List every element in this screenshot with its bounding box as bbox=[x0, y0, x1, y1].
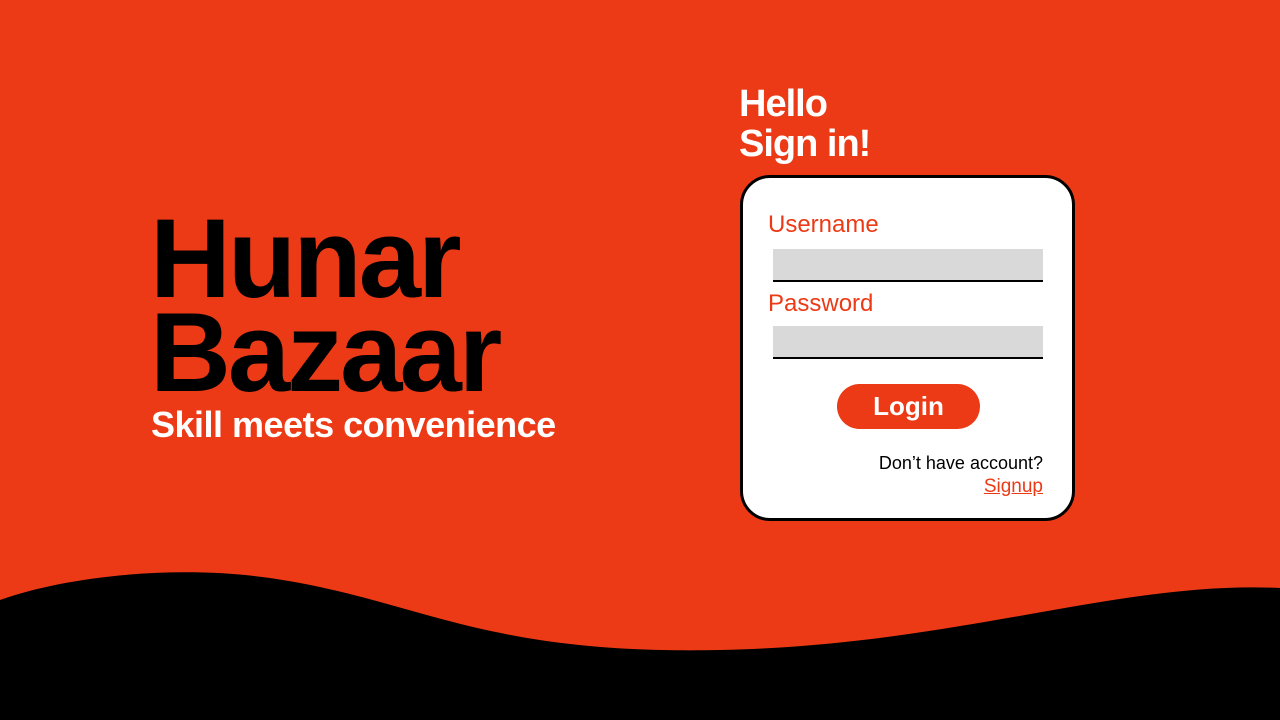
brand-name-line2: Bazaar bbox=[150, 290, 502, 415]
brand-tagline: Skill meets convenience bbox=[151, 404, 556, 445]
signin-greeting: Hello Sign in! bbox=[739, 83, 871, 165]
password-input[interactable] bbox=[773, 326, 1043, 359]
signup-link[interactable]: Signup bbox=[984, 476, 1043, 498]
login-card: Username Password Login Don’t have accou… bbox=[740, 175, 1075, 521]
brand-logo: Hunar Bazaar bbox=[150, 203, 502, 415]
greeting-line2: Sign in! bbox=[739, 123, 871, 165]
username-label: Username bbox=[768, 211, 879, 238]
username-input[interactable] bbox=[773, 249, 1043, 282]
password-label: Password bbox=[768, 290, 874, 317]
no-account-text: Don’t have account? bbox=[878, 453, 1043, 473]
login-button[interactable]: Login bbox=[837, 384, 980, 429]
greeting-line1: Hello bbox=[739, 83, 828, 125]
